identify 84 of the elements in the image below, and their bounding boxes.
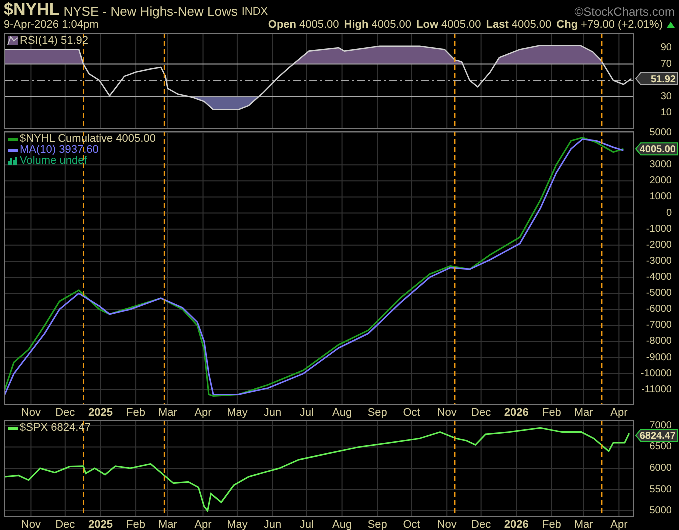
axis-label: Jun — [264, 407, 282, 419]
date-text: 9-Apr-2026 1:04pm — [4, 18, 99, 33]
axis-label: Feb — [126, 407, 146, 419]
legend-text: MA(10) 3937.60 — [20, 144, 99, 156]
value-tag: 51.92 — [635, 72, 678, 86]
axis-label: Oct — [403, 407, 420, 419]
axis-label: Jun — [264, 519, 282, 530]
axis-label: Feb — [126, 519, 146, 530]
axis-label: Aug — [332, 519, 352, 530]
axis-label: -4000 — [646, 272, 672, 284]
axis-label: Nov — [21, 407, 41, 419]
axis-label: 6500 — [650, 442, 672, 453]
axis-label: 10 — [660, 108, 672, 119]
axis-label: -2000 — [646, 240, 672, 251]
axis-label: Nov — [437, 519, 457, 530]
axis-label: Apr — [610, 519, 628, 530]
axis-label: 0 — [666, 208, 672, 219]
axis-label: Aug — [332, 407, 352, 419]
axis-label: 6000 — [650, 463, 672, 474]
quote-label: Open — [268, 18, 297, 33]
axis-label: 2026 — [504, 519, 529, 530]
axis-label: Sep — [368, 519, 388, 530]
axis-label: Sep — [368, 407, 388, 419]
axis-label: 90 — [660, 42, 672, 54]
quote-value: 4005.00 — [300, 18, 340, 33]
axis-label: -8000 — [646, 336, 672, 348]
axis-label: Dec — [472, 519, 492, 530]
axis-label: -3000 — [646, 256, 672, 267]
axis-label: -11000 — [642, 384, 672, 396]
axis-label: Feb — [542, 519, 562, 530]
axis-label: 5000 — [650, 128, 672, 138]
axis-label: Dec — [56, 407, 76, 419]
value-tag: 6824.47 — [635, 429, 678, 442]
axis-label: 3000 — [650, 160, 672, 171]
quote-label: High — [344, 18, 369, 33]
axis-label: Apr — [610, 407, 628, 419]
axis-label: 2000 — [650, 176, 672, 187]
axis-label: -7000 — [646, 320, 672, 332]
axis-label: Mar — [574, 519, 594, 530]
axis-label: -1000 — [646, 224, 672, 235]
legend-text: RSI(14) 51.92 — [20, 35, 88, 47]
axis-label: -6000 — [646, 304, 672, 316]
quote-label: Last — [486, 18, 509, 33]
value-tag: 4005.00 — [635, 142, 678, 156]
axis-label: -10000 — [640, 368, 672, 380]
axis-label: 2025 — [88, 407, 113, 419]
axis-label: Jul — [300, 519, 314, 530]
quote-value: 4005.00 — [372, 18, 412, 33]
axis-label: Mar — [574, 407, 594, 419]
quote-label: Chg — [556, 18, 578, 33]
legend-text: $SPX 6824.47 — [20, 422, 91, 434]
axis-label: 30 — [660, 91, 672, 102]
axis-label: Apr — [194, 519, 212, 530]
legend-text: Volume undef — [20, 155, 88, 167]
axis-label: Nov — [437, 407, 457, 419]
axis-label: Oct — [403, 519, 420, 530]
quote-value: +79.00 (+2.01%) — [581, 18, 663, 33]
axis-label: Dec — [472, 407, 492, 419]
axis-label: -9000 — [646, 352, 672, 364]
axis-label: 1000 — [650, 192, 672, 203]
quote-label: Low — [416, 18, 438, 33]
legend-text: $NYHL Cumulative 4005.00 — [20, 133, 156, 145]
axis-label: 5000 — [650, 506, 672, 517]
quote-value: 4005.00 — [442, 18, 482, 33]
axis-label: 2025 — [88, 519, 113, 530]
symbol-title: $NYHL — [4, 1, 60, 18]
axis-label: 7000 — [650, 420, 672, 432]
axis-label: Nov — [21, 519, 41, 530]
axis-label: May — [227, 407, 248, 419]
exchange-label: INDX — [242, 7, 268, 18]
axis-label: 2026 — [504, 407, 529, 419]
axis-label: 70 — [660, 58, 672, 70]
axis-label: Jul — [300, 407, 314, 419]
axis-label: Feb — [542, 407, 562, 419]
brand-text: ©StockCharts.com — [574, 6, 675, 18]
axis-label: Dec — [56, 519, 76, 530]
axis-label: May — [227, 519, 248, 530]
axis-label: Apr — [194, 407, 212, 419]
axis-label: Mar — [158, 519, 178, 530]
axis-label: 5500 — [650, 484, 672, 496]
index-name: NYSE - New Highs-New Lows — [64, 5, 238, 18]
axis-label: -5000 — [646, 288, 672, 300]
axis-label: Mar — [158, 407, 178, 419]
quote-value: 4005.00 — [512, 18, 552, 33]
